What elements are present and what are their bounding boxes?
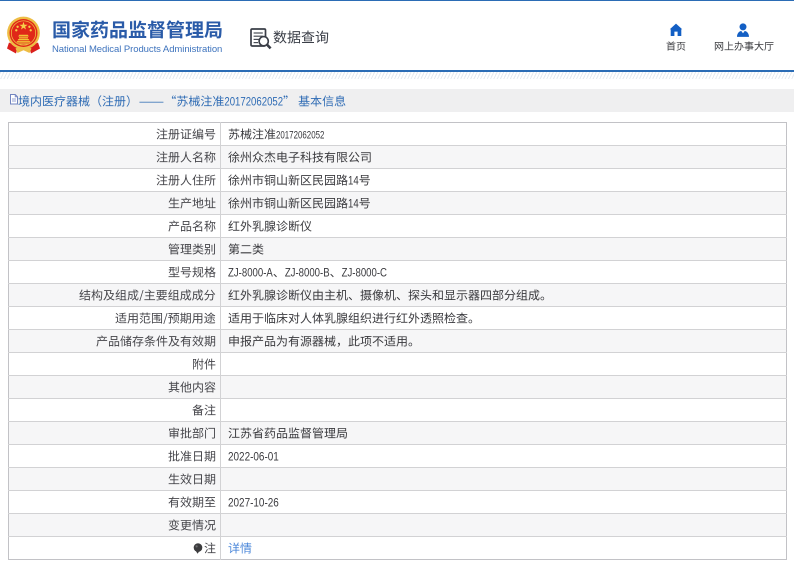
svg-text:2027-10-26: 2027-10-26 xyxy=(228,497,279,508)
svg-text:14: 14 xyxy=(348,198,359,209)
svg-text:20172062052: 20172062052 xyxy=(276,129,324,140)
svg-text:ZJ-8000-A: ZJ-8000-A xyxy=(228,267,273,278)
svg-text:ZJ-8000-C: ZJ-8000-C xyxy=(342,267,387,278)
svg-text:2022-06-01: 2022-06-01 xyxy=(228,451,279,462)
svg-text:14: 14 xyxy=(348,175,359,186)
svg-text:ZJ-8000-B: ZJ-8000-B xyxy=(285,267,330,278)
svg-text:20172062052: 20172062052 xyxy=(224,95,283,106)
